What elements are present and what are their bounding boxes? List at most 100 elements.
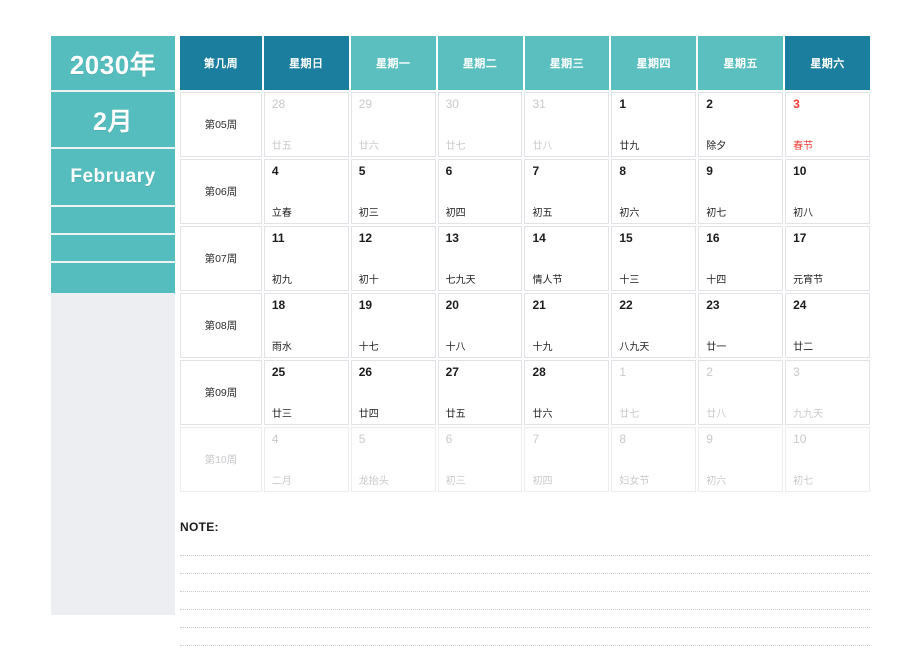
header-weekday-2[interactable]: 星期一 [350,36,436,90]
lunar-label: 初四 [445,208,466,219]
day-cell[interactable]: 8 初六 [611,159,697,224]
lunar-label: 初九 [271,275,292,286]
day-number: 16 [706,231,720,245]
lunar-label: 二月 [271,476,292,487]
calendar-body: 第05周 28 廿五 29 廿六 30 廿七 31 廿八 1 廿九 2 除夕 3 春节 第06周 4 立春 5 初三 6… [180,92,870,494]
day-cell[interactable]: 15 十三 [611,226,697,291]
lunar-label: 雨水 [271,342,292,353]
note-line[interactable] [180,538,870,556]
day-cell[interactable]: 3 春节 [785,92,870,157]
lunar-label: 初六 [619,208,640,219]
day-cell[interactable]: 5 龙抬头 [350,427,436,492]
day-cell[interactable]: 4 二月 [263,427,349,492]
day-cell[interactable]: 1 廿七 [611,360,697,425]
lunar-label: 廿二 [793,342,814,353]
day-cell[interactable]: 23 廿一 [698,293,784,358]
week-number-cell[interactable]: 第06周 [180,159,262,224]
lunar-label: 龙抬头 [358,476,389,487]
day-cell[interactable]: 1 廿九 [611,92,697,157]
lunar-label: 廿六 [358,141,379,152]
sidebar-teal-panel: 2030年 2月 February [51,36,175,293]
day-number: 9 [706,432,713,446]
day-cell[interactable]: 13 七九天 [437,226,523,291]
day-cell[interactable]: 12 初十 [350,226,436,291]
day-cell[interactable]: 21 十九 [524,293,610,358]
day-cell[interactable]: 18 雨水 [263,293,349,358]
note-line[interactable] [180,592,870,610]
day-number: 24 [793,298,807,312]
lunar-label: 初六 [706,476,727,487]
day-cell[interactable]: 26 廿四 [350,360,436,425]
note-line[interactable] [180,610,870,628]
note-line[interactable] [180,556,870,574]
day-cell[interactable]: 10 初八 [785,159,870,224]
header-weekday-3[interactable]: 星期二 [437,36,523,90]
day-number: 25 [271,365,286,379]
week-number-cell[interactable]: 第07周 [180,226,262,291]
header-weekday-5[interactable]: 星期四 [611,36,697,90]
day-cell[interactable]: 6 初四 [437,159,523,224]
day-cell[interactable]: 25 廿三 [263,360,349,425]
day-cell[interactable]: 2 除夕 [698,92,784,157]
day-cell[interactable]: 28 廿五 [263,92,349,157]
day-cell[interactable]: 7 初四 [524,427,610,492]
day-cell[interactable]: 10 初七 [785,427,870,492]
day-number: 21 [532,298,546,312]
day-cell[interactable]: 5 初三 [350,159,436,224]
day-cell[interactable]: 8 妇女节 [611,427,697,492]
lunar-label: 廿七 [619,409,640,420]
day-number: 6 [445,432,453,446]
day-number: 3 [793,365,800,379]
day-cell[interactable]: 24 廿二 [785,293,870,358]
lunar-label: 初八 [793,208,814,219]
header-week-column[interactable]: 第几周 [180,36,262,90]
day-cell[interactable]: 31 廿八 [524,92,610,157]
week-number-cell[interactable]: 第10周 [180,427,262,492]
header-weekday-4[interactable]: 星期三 [524,36,610,90]
day-number: 28 [532,365,546,379]
day-cell[interactable]: 2 廿八 [698,360,784,425]
day-cell[interactable]: 22 八九天 [611,293,697,358]
calendar-week-row: 第05周 28 廿五 29 廿六 30 廿七 31 廿八 1 廿九 2 除夕 3 春节 [180,92,870,159]
lunar-label: 妇女节 [619,476,650,487]
lunar-label: 廿五 [445,409,466,420]
day-cell[interactable]: 9 初七 [698,159,784,224]
day-number: 22 [619,298,633,312]
day-cell[interactable]: 27 廿五 [437,360,523,425]
week-number-cell[interactable]: 第05周 [180,92,262,157]
lunar-label: 初三 [358,208,379,219]
day-cell[interactable]: 6 初三 [437,427,523,492]
day-cell[interactable]: 28 廿六 [524,360,610,425]
calendar-grid: 第几周 星期日 星期一 星期二 星期三 星期四 星期五 星期六 第05周 28 廿五 29 廿六 30 廿… [180,36,870,494]
note-section: NOTE: [180,520,870,646]
day-cell[interactable]: 11 初九 [263,226,349,291]
day-cell[interactable]: 4 立春 [263,159,349,224]
lunar-label: 初十 [358,275,379,286]
note-line[interactable] [180,574,870,592]
header-weekday-1[interactable]: 星期日 [263,36,349,90]
sidebar-blank-band-1 [51,207,175,235]
day-cell[interactable]: 29 廿六 [350,92,436,157]
week-number-cell[interactable]: 第08周 [180,293,262,358]
sidebar-blank-band-2 [51,235,175,263]
day-cell[interactable]: 19 十七 [350,293,436,358]
day-number: 4 [271,164,279,178]
day-number: 5 [358,164,366,178]
day-number: 1 [619,97,627,111]
day-cell[interactable]: 16 十四 [698,226,784,291]
day-cell[interactable]: 30 廿七 [437,92,523,157]
day-number: 26 [358,365,373,379]
note-line[interactable] [180,628,870,646]
day-number: 28 [271,97,286,111]
day-cell[interactable]: 17 元宵节 [785,226,870,291]
day-cell[interactable]: 14 情人节 [524,226,610,291]
day-cell[interactable]: 20 十八 [437,293,523,358]
day-cell[interactable]: 3 九九天 [785,360,870,425]
lunar-label: 元宵节 [793,275,824,286]
header-weekday-6[interactable]: 星期五 [698,36,784,90]
day-cell[interactable]: 9 初六 [698,427,784,492]
day-number: 11 [271,231,285,245]
header-weekday-7[interactable]: 星期六 [785,36,870,90]
week-number-cell[interactable]: 第09周 [180,360,262,425]
day-cell[interactable]: 7 初五 [524,159,610,224]
